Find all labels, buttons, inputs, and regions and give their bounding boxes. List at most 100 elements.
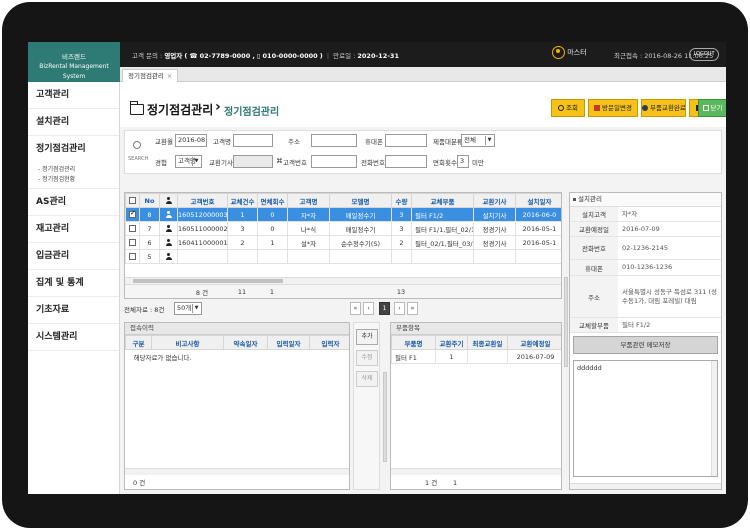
save-memo-button[interactable]: 부품관련 메모저장 xyxy=(573,336,718,354)
row-checkbox[interactable] xyxy=(125,221,140,236)
close-icon[interactable]: × xyxy=(167,72,172,80)
visit-month-input[interactable]: 2016-08 xyxy=(175,134,207,147)
col-visit-count[interactable]: 면체회수 xyxy=(257,193,288,208)
parts-complete-button[interactable]: 부품교환완료 xyxy=(641,99,686,117)
cell-qty xyxy=(391,249,412,264)
user-box[interactable]: 마스터 xyxy=(552,46,587,62)
table-row[interactable]: 필터 F1 1 2016-07-09 xyxy=(391,349,561,364)
sidebar-item-system[interactable]: 시스템관리 xyxy=(28,324,119,351)
detail-row-customer: 설치고객 자*자 xyxy=(570,207,721,222)
cell-user xyxy=(159,235,178,250)
sidebar-item-payment[interactable]: 입금관리 xyxy=(28,243,119,270)
first-page-button[interactable]: « xyxy=(350,302,361,315)
last-page-button[interactable]: » xyxy=(407,302,418,315)
sidebar-subitem-inspection[interactable]: - 정기점검관리 xyxy=(28,165,119,175)
table-row[interactable]: 6 160411000001 2 1 설*자 순수정수기(S) 2 필터_02/… xyxy=(125,235,561,250)
col-replace-count[interactable]: 교체건수 xyxy=(227,193,258,208)
cell-model: 매일정수기 xyxy=(329,221,392,236)
visit-change-button[interactable]: 방문일변경 xyxy=(588,99,638,117)
sidebar-item-basic-data[interactable]: 기초자료 xyxy=(28,297,119,324)
tech-input[interactable] xyxy=(233,155,273,168)
col-note[interactable]: 비고사항 xyxy=(151,335,224,350)
history-buttons: 추가 수정 삭제 xyxy=(353,322,380,490)
delete-button[interactable]: 삭제 xyxy=(356,371,378,387)
prev-page-button[interactable]: ‹ xyxy=(363,302,374,315)
col-part-name[interactable]: 부품명 xyxy=(391,335,436,350)
sidebar-item-install[interactable]: 설치관리 xyxy=(28,109,119,136)
next-page-button[interactable]: › xyxy=(394,302,405,315)
page-subtitle: 정기점검관리 xyxy=(224,107,280,118)
sidebar-subitem-inspection-status[interactable]: - 정기점검현황 xyxy=(28,175,119,185)
tech-clear-icon[interactable]: ⌘ xyxy=(276,157,283,165)
col-input-date[interactable]: 입력일자 xyxy=(267,335,310,350)
col-cycle[interactable]: 교환주기 xyxy=(435,335,468,350)
cell-customer-name: 설*자 xyxy=(287,235,330,250)
parts-scrollbar[interactable] xyxy=(391,468,561,475)
history-scrollbar[interactable] xyxy=(125,468,349,475)
table-row[interactable]: 7 160511000002 3 0 나*식 매일정수기 3 필터 F1/1,필… xyxy=(125,221,561,236)
detail-splitter[interactable] xyxy=(564,277,568,367)
logout-button[interactable]: LOGOUT xyxy=(689,48,719,61)
grid-horizontal-scrollbar[interactable] xyxy=(125,277,561,284)
customer-no-input[interactable] xyxy=(311,155,357,168)
col-customer-name[interactable]: 고객명 xyxy=(287,193,330,208)
address-input[interactable] xyxy=(311,134,357,147)
page-size-select[interactable]: 50개 ▼ xyxy=(174,302,202,315)
user-icon xyxy=(552,46,565,59)
cell-visit-count: 0 xyxy=(257,207,288,222)
table-row[interactable]: 5 xyxy=(125,249,561,264)
sidebar-item-customer[interactable]: 고객관리 xyxy=(28,82,119,109)
row-checkbox[interactable] xyxy=(125,235,140,250)
table-header: No 고객번호 교체건수 면체회수 고객명 모델명 수량 교체부품 교환기사 설… xyxy=(125,193,561,208)
col-last-date[interactable]: 최종교환일 xyxy=(467,335,508,350)
cell-replace-count: 2 xyxy=(227,235,258,250)
footer-replace-total: 11 xyxy=(237,288,247,296)
visits-input[interactable]: 3 xyxy=(457,155,469,168)
detail-scrollbar[interactable] xyxy=(570,483,721,489)
logo[interactable]: 비즈렌드 BizRental Management System xyxy=(28,42,120,82)
row-checkbox[interactable] xyxy=(125,249,140,264)
close-button[interactable]: 닫기 xyxy=(698,99,726,117)
col-parts[interactable]: 교체부품 xyxy=(411,193,474,208)
sidebar-item-inspection[interactable]: 정기점검관리 xyxy=(28,136,119,163)
product-class-select[interactable]: 전체 ▼ xyxy=(461,134,495,147)
col-install-date[interactable]: 설치일자 xyxy=(515,193,561,208)
page-number-button[interactable]: 1 xyxy=(379,302,390,315)
mobile-label: 휴대폰 xyxy=(365,138,383,146)
person-icon xyxy=(165,253,172,260)
search-button[interactable]: 조회 xyxy=(551,99,585,117)
col-due-date[interactable]: 교환예정일 xyxy=(507,335,561,350)
panel-splitter[interactable] xyxy=(383,372,387,462)
customer-name-label: 고객명 xyxy=(213,138,231,146)
col-appointment-date[interactable]: 약속일자 xyxy=(223,335,268,350)
parts-title: 부품항목 xyxy=(391,323,561,335)
sidebar-item-inventory[interactable]: 재고관리 xyxy=(28,216,119,243)
tab-regular-inspection[interactable]: 정기점검관리 × xyxy=(122,69,179,82)
sidebar-item-statistics[interactable]: 집계 및 통계 xyxy=(28,270,119,297)
detail-title: 설치관리 xyxy=(570,193,721,207)
add-button[interactable]: 추가 xyxy=(356,329,378,345)
scrollbar-thumb[interactable] xyxy=(133,279,283,283)
col-qty[interactable]: 수량 xyxy=(391,193,412,208)
route-select[interactable]: 고객명 ▼ xyxy=(175,155,202,168)
col-input-user[interactable]: 입력자 xyxy=(309,335,349,350)
memo-textarea[interactable]: dddddd xyxy=(573,360,718,477)
phone-input[interactable] xyxy=(385,155,427,168)
col-customer-no[interactable]: 고객번호 xyxy=(177,193,228,208)
edit-button[interactable]: 수정 xyxy=(356,350,378,366)
memo-scrollbar[interactable] xyxy=(711,361,717,476)
col-tech[interactable]: 교환기사 xyxy=(473,193,516,208)
row-checkbox[interactable] xyxy=(125,207,140,222)
cell-user xyxy=(159,249,178,264)
table-row[interactable]: 8 160512000003 1 0 자*자 매일정수기 3 필터 F1/2 설… xyxy=(125,207,561,222)
cell-customer-no: 160411000001 xyxy=(177,235,228,250)
sidebar-item-as[interactable]: AS관리 xyxy=(28,189,119,216)
col-type[interactable]: 구분 xyxy=(125,335,152,350)
col-model[interactable]: 모델명 xyxy=(329,193,392,208)
col-no[interactable]: No xyxy=(139,193,160,208)
select-all-checkbox[interactable] xyxy=(125,193,140,208)
user-name: 마스터 xyxy=(567,48,587,57)
customer-name-input[interactable] xyxy=(233,134,273,147)
parts-footer-cycle: 1 xyxy=(453,479,458,487)
mobile-input[interactable] xyxy=(385,134,427,147)
